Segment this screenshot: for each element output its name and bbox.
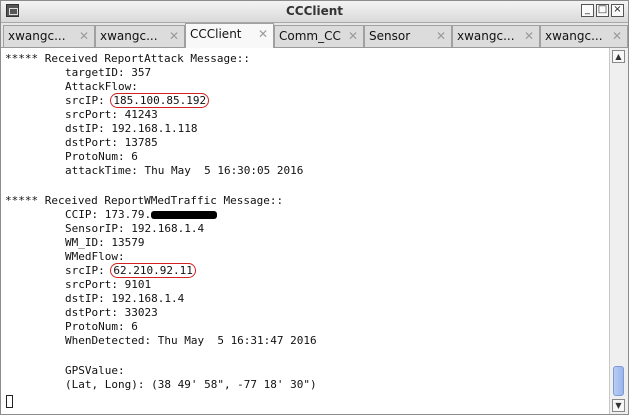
tab-label: xwangc... [100,29,158,43]
vertical-scrollbar[interactable]: ▲ ▼ [609,48,628,414]
scroll-up-icon[interactable]: ▲ [612,50,625,63]
tab-comm-cc[interactable]: Comm_CC ✕ [274,25,364,47]
tab-close-icon[interactable]: ✕ [79,29,89,43]
src-ip-line: srcIP: 185.100.85.192 [65,93,210,108]
tab-label: xwangc... [8,29,66,43]
title-bar[interactable]: CCClient _ □ × [1,1,628,23]
tab-label: Comm_CC [279,29,341,43]
lat-long-line: (Lat, Long): (38 49' 58", -77 18' 30") [65,378,317,391]
src-ip-highlighted: 62.210.92.11 [110,263,196,278]
tab-sensor[interactable]: Sensor ✕ [364,25,452,47]
sensor-ip-line: SensorIP: 192.168.1.4 [65,222,205,235]
ccip-label: CCIP: 173.79. [65,208,152,221]
tab-close-icon[interactable]: ✕ [258,27,268,41]
tab-close-icon[interactable]: ✕ [436,29,446,43]
proto-num-line: ProtoNum: 6 [65,150,138,163]
tab-xwangc-4[interactable]: xwangc... ✕ [540,25,628,47]
dst-ip-line: dstIP: 192.168.1.4 [65,292,185,305]
redaction-bar [151,211,218,219]
tab-bar: xwangc... ✕ xwangc... ✕ CCClient ✕ Comm_… [1,23,628,48]
src-ip-label: srcIP: [65,264,112,277]
target-id-line: targetID: 357 [65,66,152,79]
src-port-line: srcPort: 41243 [65,108,158,121]
terminal-window: CCClient _ □ × xwangc... ✕ xwangc... ✕ C… [0,0,629,415]
attack-time-line: attackTime: Thu May 5 16:30:05 2016 [65,164,304,177]
tab-close-icon[interactable]: ✕ [612,29,622,43]
attack-flow-line: AttackFlow: [65,80,138,93]
src-ip-line: srcIP: 62.210.92.11 [65,263,196,278]
window-title: CCClient [285,4,344,18]
tab-label: xwangc... [545,29,603,43]
terminal-output[interactable]: ***** Received ReportAttack Message:: ta… [1,48,610,414]
tab-xwangc-1[interactable]: xwangc... ✕ [3,25,95,47]
minimize-icon[interactable]: _ [581,4,594,17]
tab-close-icon[interactable]: ✕ [169,29,179,43]
tab-label: CCClient [190,27,242,41]
wmed-flow-line: WMedFlow: [65,250,125,263]
scroll-down-icon[interactable]: ▼ [612,399,625,412]
tab-xwangc-3[interactable]: xwangc... ✕ [452,25,540,47]
tab-ccclient[interactable]: CCClient ✕ [185,23,274,48]
tab-label: Sensor [369,29,411,43]
src-ip-highlighted: 185.100.85.192 [110,93,210,108]
dst-port-line: dstPort: 13785 [65,136,158,149]
scrollbar-thumb[interactable] [613,366,624,396]
when-detected-line: WhenDetected: Thu May 5 16:31:47 2016 [65,334,317,347]
gps-value-line: GPSValue: [65,364,125,377]
tab-xwangc-2[interactable]: xwangc... ✕ [95,25,185,47]
tab-label: xwangc... [457,29,515,43]
report-attack-header: ***** Received ReportAttack Message:: [5,52,251,65]
terminal-cursor [6,395,13,408]
tab-close-icon[interactable]: ✕ [348,29,358,43]
tab-close-icon[interactable]: ✕ [524,29,534,43]
close-icon[interactable]: × [611,4,624,17]
report-wmed-header: ***** Received ReportWMedTraffic Message… [5,194,284,207]
dst-ip-line: dstIP: 192.168.1.118 [65,122,198,135]
ccip-line: CCIP: 173.79. [65,208,218,222]
src-ip-label: srcIP: [65,94,112,107]
dst-port-line: dstPort: 33023 [65,306,158,319]
wm-id-line: WM_ID: 13579 [65,236,145,249]
maximize-icon[interactable]: □ [596,4,609,17]
src-port-line: srcPort: 9101 [65,278,152,291]
proto-num-line: ProtoNum: 6 [65,320,138,333]
